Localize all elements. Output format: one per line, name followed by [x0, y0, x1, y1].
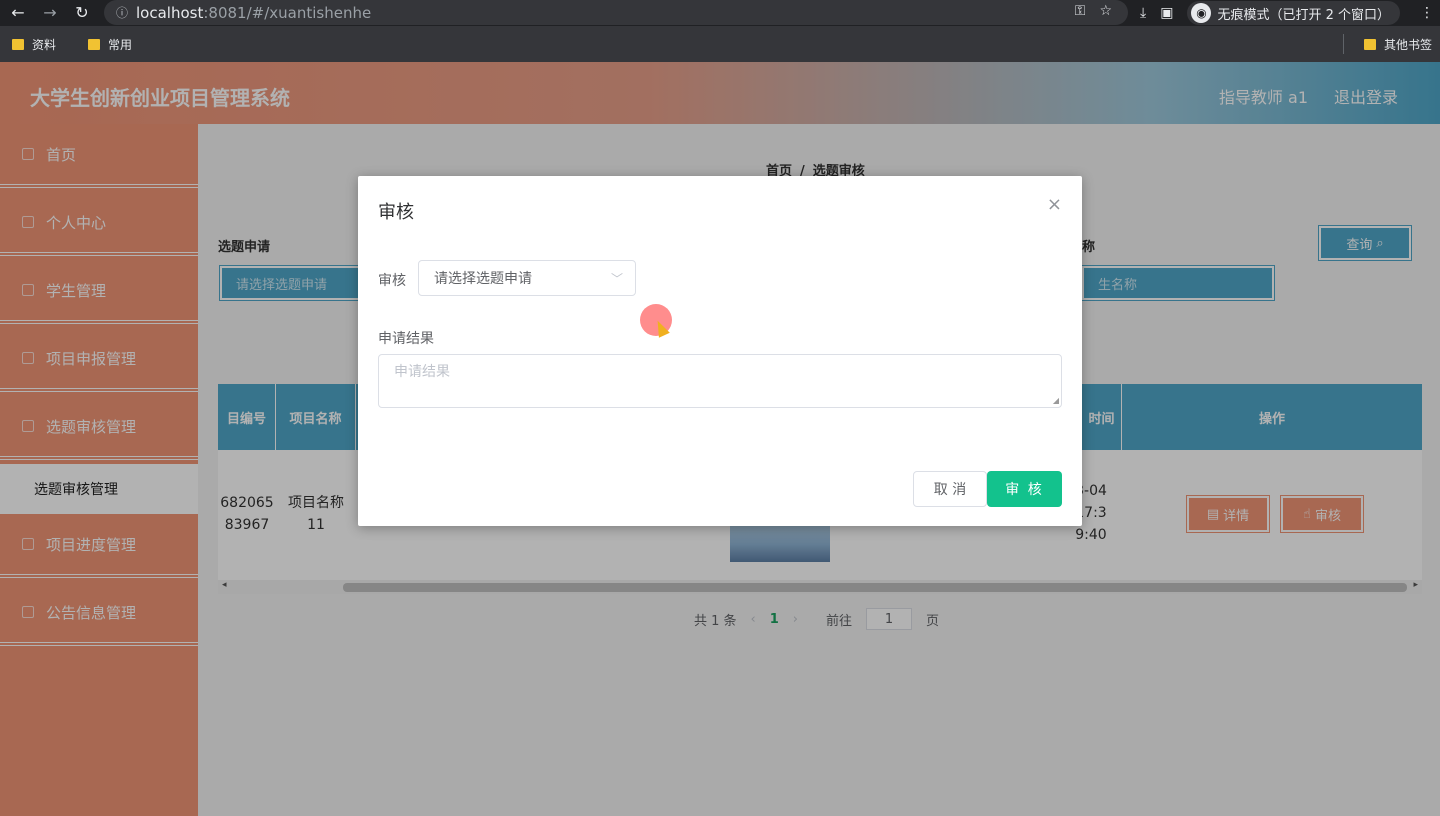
- audit-select[interactable]: 请选择选题申请 ﹀: [418, 260, 636, 296]
- resize-handle-icon[interactable]: ◢: [1053, 396, 1059, 405]
- audit-dialog: 审核 × 审核 请选择选题申请 ﹀ 申请结果 申请结果 ◢ 取 消 审 核: [358, 176, 1082, 526]
- side-panel-icon[interactable]: ▣: [1160, 5, 1173, 21]
- folder-icon: [88, 38, 101, 50]
- key-icon[interactable]: ⚿: [1075, 3, 1086, 19]
- dialog-title: 审核: [378, 202, 414, 223]
- result-textarea[interactable]: 申请结果 ◢: [378, 354, 1062, 408]
- folder-icon: [1363, 39, 1376, 50]
- back-arrow-icon[interactable]: ←: [4, 3, 32, 22]
- address-bar[interactable]: ⓘ localhost:8081/#/xuantishenhe ⚿ ☆: [104, 0, 1128, 25]
- result-field-label: 申请结果: [378, 331, 434, 347]
- bookmark-folder-changyong[interactable]: 常用: [88, 36, 132, 53]
- url-text: localhost:8081/#/xuantishenhe: [136, 3, 372, 22]
- chevron-down-icon: ﹀: [610, 272, 623, 286]
- site-info-icon[interactable]: ⓘ: [116, 4, 128, 21]
- bookmark-folder-ziliao[interactable]: 资料: [12, 36, 56, 53]
- cancel-button[interactable]: 取 消: [913, 471, 987, 507]
- incognito-badge[interactable]: ◉ 无痕模式（已打开 2 个窗口）: [1187, 1, 1400, 25]
- download-icon[interactable]: ⤓: [1140, 5, 1146, 21]
- browser-toolbar: ← → ↻ ⓘ localhost:8081/#/xuantishenhe ⚿ …: [0, 0, 1440, 26]
- close-icon[interactable]: ×: [1047, 194, 1062, 215]
- audit-field-label: 审核: [378, 273, 406, 289]
- star-icon[interactable]: ☆: [1099, 3, 1112, 19]
- menu-kebab-icon[interactable]: ⋮: [1420, 5, 1434, 21]
- bookmarks-bar: 资料 常用 其他书签: [0, 26, 1440, 62]
- reload-icon[interactable]: ↻: [68, 3, 96, 22]
- confirm-audit-button[interactable]: 审 核: [987, 471, 1062, 507]
- forward-arrow-icon[interactable]: →: [36, 3, 64, 22]
- incognito-icon: ◉: [1191, 3, 1212, 23]
- other-bookmarks[interactable]: 其他书签: [1363, 36, 1432, 53]
- folder-icon: [12, 38, 24, 50]
